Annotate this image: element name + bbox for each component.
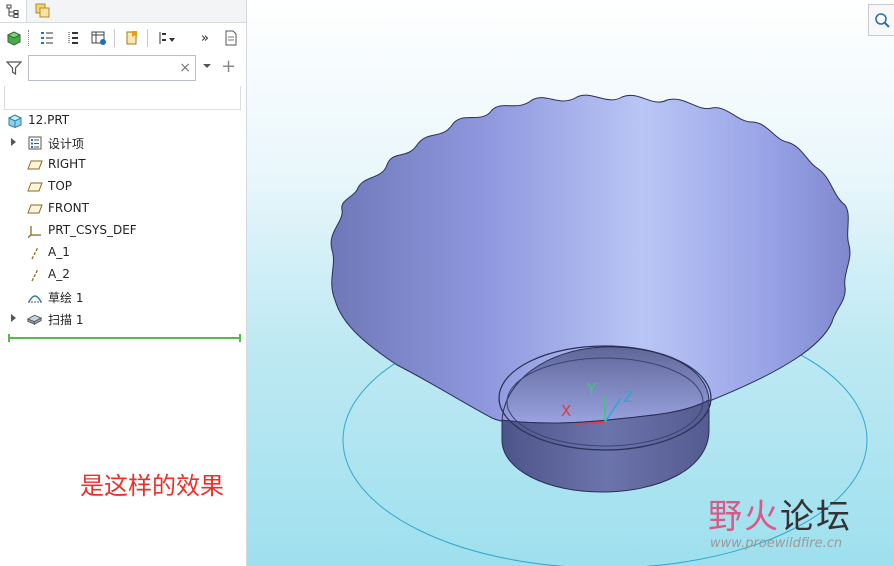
tree-item-label: A_1	[48, 245, 70, 259]
tag-page-icon	[126, 31, 137, 45]
datum-plane-icon	[26, 157, 43, 173]
expand-arrow-icon[interactable]	[11, 138, 16, 146]
model-tree-panel: » × + 12.PRT 设计项 RIGHT TOP FRONT PRT_CSY…	[0, 0, 247, 566]
table-view-button[interactable]	[87, 26, 111, 50]
x-axis-label: X	[561, 402, 571, 420]
annotation-text: 是这样的效果	[80, 472, 224, 500]
tab-layers[interactable]	[30, 0, 56, 22]
tree-item-label: 设计项	[48, 137, 85, 151]
list-tree-icon	[41, 32, 53, 44]
part-icon	[6, 113, 23, 129]
model-tree-tab-icon	[6, 4, 19, 18]
toolbar-separator	[114, 29, 115, 47]
expand-arrow-icon[interactable]	[11, 314, 16, 322]
tree-item-label: 扫描 1	[48, 313, 84, 327]
tree-item-front[interactable]: FRONT	[0, 198, 246, 220]
green-cube-icon	[6, 31, 22, 46]
tree-item-label: A_2	[48, 267, 70, 281]
insert-here-line[interactable]	[8, 334, 241, 342]
graphics-viewport[interactable]: X Y Z	[247, 0, 894, 566]
datum-plane-icon	[26, 201, 43, 217]
watermark-title-part1: 野火	[708, 497, 780, 537]
magnifier-icon	[874, 13, 890, 28]
tree-item-design-items[interactable]: 设计项	[0, 132, 246, 154]
tree-item-label: TOP	[48, 179, 73, 193]
table-eye-icon	[91, 31, 106, 45]
watermark-title-part2: 论坛	[780, 497, 852, 537]
tree-item-top[interactable]: TOP	[0, 176, 246, 198]
layers-tab-icon	[35, 3, 50, 18]
tree-item-label: PRT_CSYS_DEF	[48, 223, 137, 237]
watermark-title: 野火论坛	[708, 498, 852, 536]
toolbar-separator	[147, 29, 148, 47]
zoom-button[interactable]	[868, 4, 894, 36]
sketch-icon	[26, 289, 43, 305]
search-input[interactable]: ×	[28, 55, 196, 81]
tree-structure-icon	[68, 32, 78, 44]
panel-tab-strip	[0, 0, 246, 23]
search-dropdown-arrow-icon[interactable]	[202, 62, 212, 70]
tab-model-tree[interactable]	[0, 0, 27, 22]
sweep-icon	[26, 311, 43, 327]
design-items-icon	[26, 135, 43, 151]
show-button[interactable]	[120, 26, 144, 50]
tree-item-label: RIGHT	[48, 157, 86, 171]
tree-root-label: 12.PRT	[28, 113, 70, 127]
document-icon	[225, 30, 237, 46]
datum-plane-icon	[26, 179, 43, 195]
search-row: × +	[0, 54, 246, 84]
tree-columns-button[interactable]	[35, 26, 59, 50]
settings-dropdown-button[interactable]	[153, 26, 181, 50]
clear-search-icon[interactable]: ×	[179, 59, 191, 77]
notes-button[interactable]	[219, 26, 243, 50]
tree-item-label: FRONT	[48, 201, 89, 215]
tree-toolbar: »	[0, 24, 246, 52]
more-button[interactable]: »	[193, 26, 217, 50]
tree-item-sketch[interactable]: 草绘 1	[0, 286, 246, 308]
filter-icon[interactable]	[6, 60, 22, 76]
datum-axis-icon	[26, 267, 43, 283]
model-render: X Y Z	[330, 94, 868, 566]
add-filter-button[interactable]: +	[221, 57, 236, 77]
tree-item-label: 草绘 1	[48, 291, 84, 305]
tree-item-a2[interactable]: A_2	[0, 264, 246, 286]
tree-item-sweep[interactable]: 扫描 1	[0, 308, 246, 330]
coordinate-system-icon	[26, 223, 43, 239]
display-button[interactable]	[2, 26, 26, 50]
watermark-url: www.proewildfire.cn	[710, 536, 843, 551]
tree-column-header	[4, 86, 241, 110]
tree-item-a1[interactable]: A_1	[0, 242, 246, 264]
datum-axis-icon	[26, 245, 43, 261]
y-axis-label: Y	[586, 380, 597, 398]
tree-item-csys[interactable]: PRT_CSYS_DEF	[0, 220, 246, 242]
tree-root-item[interactable]: 12.PRT	[0, 110, 246, 132]
z-axis-label: Z	[623, 388, 633, 406]
tree-filters-button[interactable]	[61, 26, 85, 50]
forum-watermark: 野火论坛 www.proewildfire.cn	[708, 498, 852, 551]
tree-settings-icon	[159, 32, 175, 44]
tree-item-right[interactable]: RIGHT	[0, 154, 246, 176]
